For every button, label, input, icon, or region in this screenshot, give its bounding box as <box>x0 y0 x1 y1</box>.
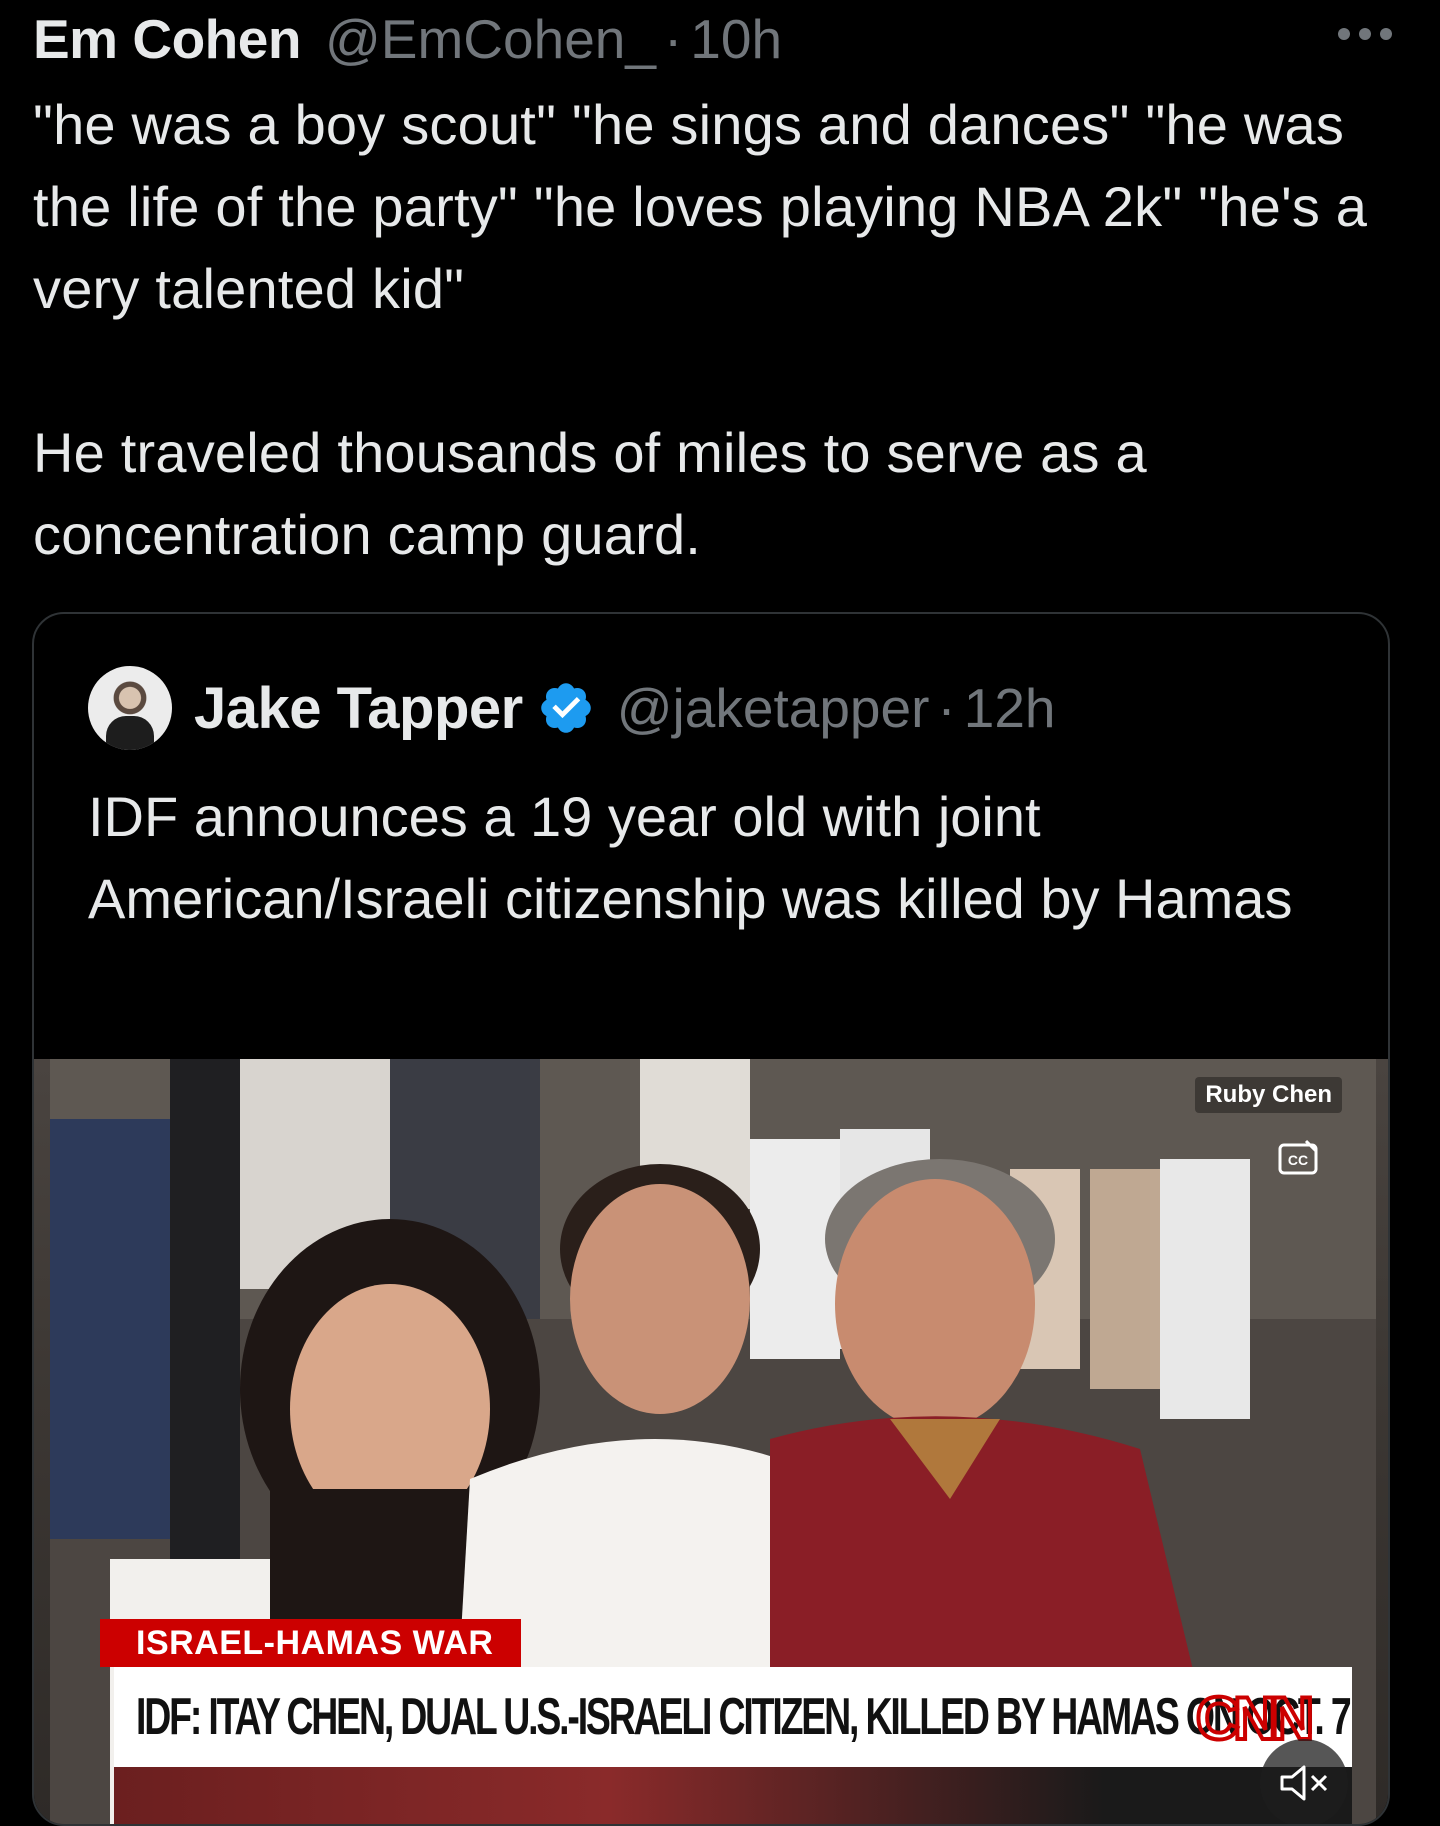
svg-text:CC: CC <box>1288 1152 1308 1168</box>
more-options-button[interactable] <box>1330 14 1400 54</box>
video-player[interactable]: Ruby Chen CC ISRAEL-HAMAS WAR IDF: ITAY … <box>34 1059 1388 1824</box>
chyron-tag: ISRAEL-HAMAS WAR <box>100 1619 522 1667</box>
tweet-paragraph-1: "he was a boy scout" "he sings and dance… <box>33 93 1368 320</box>
lower-third-strip <box>114 1767 1352 1824</box>
chyron-headline: IDF: ITAY CHEN, DUAL U.S.-ISRAELI CITIZE… <box>136 1688 1352 1746</box>
post-timestamp[interactable]: 10h <box>690 7 782 71</box>
separator-dot: · <box>937 677 956 739</box>
quoted-timestamp[interactable]: 12h <box>964 676 1056 740</box>
video-frame: Ruby Chen CC ISRAEL-HAMAS WAR IDF: ITAY … <box>50 1059 1376 1824</box>
photo-credit-label: Ruby Chen <box>1195 1077 1342 1113</box>
chyron-bar: IDF: ITAY CHEN, DUAL U.S.-ISRAELI CITIZE… <box>114 1667 1352 1767</box>
tweet-header: Em Cohen @EmCohen_ · 10h <box>33 4 1400 74</box>
speaker-muted-icon <box>1280 1765 1328 1801</box>
closed-captions-icon[interactable]: CC <box>1276 1137 1320 1181</box>
author-handle[interactable]: @EmCohen_ <box>325 7 656 71</box>
author-name[interactable]: Em Cohen <box>33 7 301 71</box>
quoted-tweet-card[interactable]: Jake Tapper @jaketapper · 12h IDF announ… <box>32 612 1390 1826</box>
quoted-author-name[interactable]: Jake Tapper <box>194 675 523 742</box>
verified-badge-icon <box>540 683 591 733</box>
tweet-paragraph-2: He traveled thousands of miles to serve … <box>33 421 1147 566</box>
ellipsis-icon <box>1338 28 1392 40</box>
quoted-tweet-header: Jake Tapper @jaketapper · 12h <box>88 666 1056 750</box>
separator-dot: · <box>663 8 683 70</box>
quoted-tweet-text: IDF announces a 19 year old with joint A… <box>88 785 1293 930</box>
avatar[interactable] <box>88 666 172 750</box>
quoted-author-handle[interactable]: @jaketapper <box>617 676 930 740</box>
mute-toggle-button[interactable] <box>1260 1739 1348 1824</box>
tweet-text: "he was a boy scout" "he sings and dance… <box>33 84 1403 576</box>
